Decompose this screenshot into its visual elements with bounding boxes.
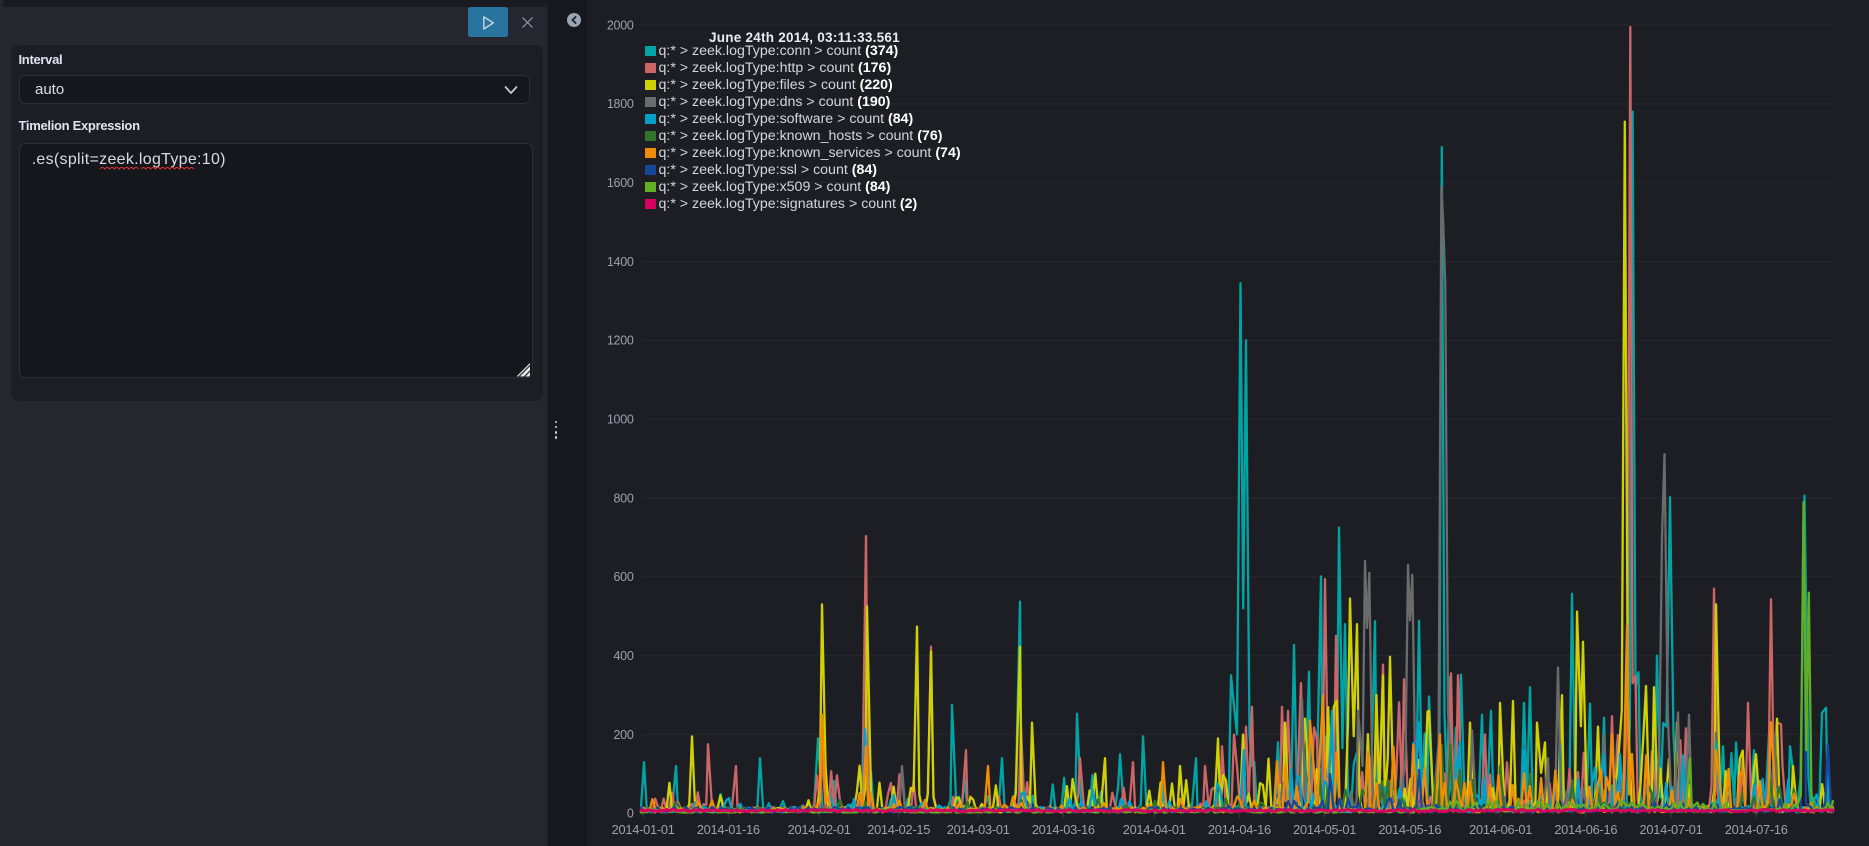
svg-text:2014-05-01: 2014-05-01 bbox=[1293, 822, 1356, 837]
svg-text:1800: 1800 bbox=[607, 97, 634, 111]
svg-text:400: 400 bbox=[614, 649, 634, 663]
svg-text:2014-07-01: 2014-07-01 bbox=[1640, 822, 1703, 837]
svg-text:2014-04-01: 2014-04-01 bbox=[1123, 822, 1186, 837]
svg-text:2014-01-16: 2014-01-16 bbox=[697, 822, 760, 837]
svg-text:0: 0 bbox=[627, 807, 634, 821]
svg-text:2014-07-16: 2014-07-16 bbox=[1725, 822, 1788, 837]
svg-text:2014-06-01: 2014-06-01 bbox=[1469, 822, 1532, 837]
svg-text:2014-04-16: 2014-04-16 bbox=[1208, 822, 1271, 837]
svg-text:2014-03-01: 2014-03-01 bbox=[947, 822, 1010, 837]
svg-text:2000: 2000 bbox=[607, 18, 634, 32]
svg-text:1200: 1200 bbox=[607, 334, 634, 348]
svg-text:1000: 1000 bbox=[607, 413, 634, 427]
svg-text:2014-05-16: 2014-05-16 bbox=[1378, 822, 1441, 837]
svg-text:600: 600 bbox=[614, 570, 634, 584]
svg-text:200: 200 bbox=[614, 728, 634, 742]
svg-text:2014-03-16: 2014-03-16 bbox=[1032, 822, 1095, 837]
svg-text:1600: 1600 bbox=[607, 176, 634, 190]
svg-text:800: 800 bbox=[614, 491, 634, 505]
svg-text:2014-02-01: 2014-02-01 bbox=[788, 822, 851, 837]
svg-text:2014-06-16: 2014-06-16 bbox=[1554, 822, 1617, 837]
svg-text:2014-01-01: 2014-01-01 bbox=[612, 822, 675, 837]
svg-text:2014-02-15: 2014-02-15 bbox=[867, 822, 930, 837]
svg-text:1400: 1400 bbox=[607, 255, 634, 269]
